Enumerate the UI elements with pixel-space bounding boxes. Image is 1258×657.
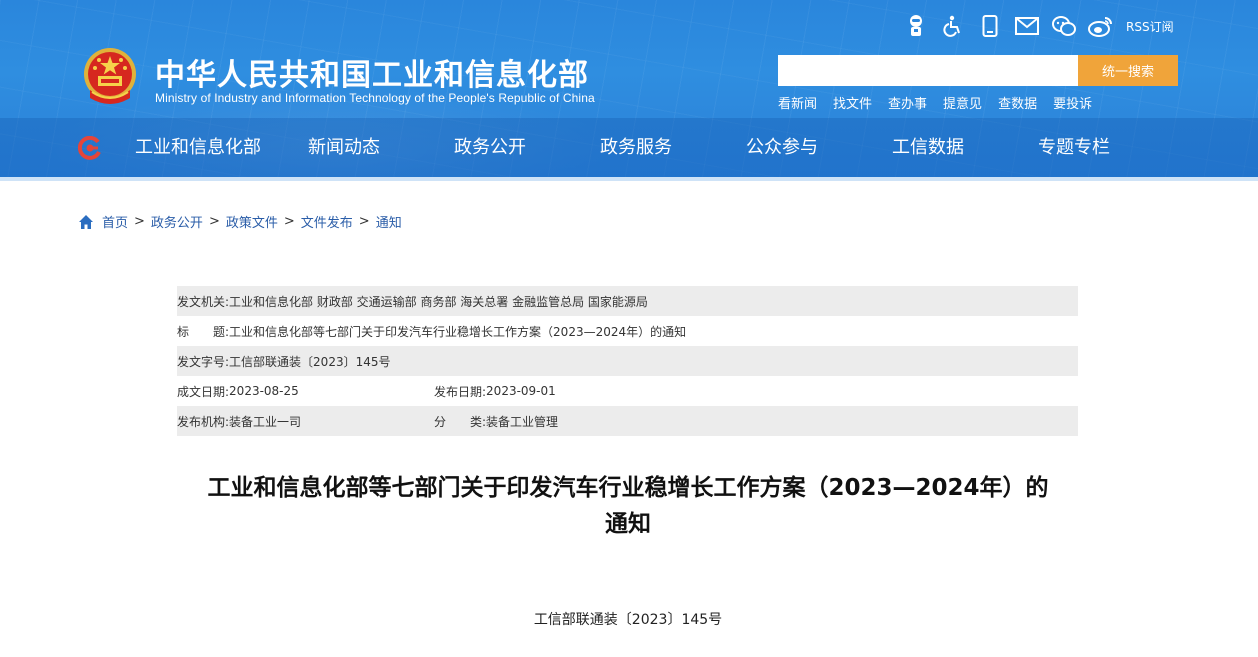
site-title: 中华人民共和国工业和信息化部	[155, 58, 589, 93]
document-info-table: 发文机关: 工业和信息化部 财政部 交通运输部 商务部 海关总署 金融监管总局 …	[177, 286, 1078, 436]
info-cell-category: 分 类: 装备工业管理	[434, 413, 558, 430]
breadcrumb-separator: >	[134, 214, 145, 229]
quick-link-data[interactable]: 查数据	[998, 93, 1037, 112]
wechat-icon[interactable]	[1050, 12, 1078, 40]
document-title-line: 通知	[605, 511, 651, 537]
info-row-org: 发布机构: 装备工业一司 分 类: 装备工业管理	[177, 406, 1078, 436]
nav-item-ministry[interactable]: 工业和信息化部	[125, 118, 271, 178]
info-label: 发布日期:	[434, 384, 487, 399]
info-value: 装备工业管理	[486, 414, 559, 429]
info-row-dates: 成文日期: 2023-08-25 发布日期: 2023-09-01	[177, 376, 1078, 406]
mail-icon[interactable]	[1013, 12, 1041, 40]
search-input[interactable]	[778, 55, 1078, 86]
quick-links: 看新闻 找文件 查办事 提意见 查数据 要投诉	[778, 93, 1108, 112]
breadcrumb-separator: >	[208, 214, 220, 229]
info-row-title: 标 题: 工业和信息化部等七部门关于印发汽车行业稳增长工作方案（2023—202…	[177, 316, 1078, 346]
info-label: 分 类:	[434, 414, 487, 429]
info-label: 标 题:	[177, 324, 230, 339]
site-header: 中华人民共和国工业和信息化部 Ministry of Industry and …	[0, 0, 1258, 181]
breadcrumb-policy-files[interactable]: 政策文件	[226, 212, 278, 231]
info-label: 发文机关:	[177, 294, 230, 309]
quick-link-services[interactable]: 查办事	[888, 93, 927, 112]
info-row-docno: 发文字号: 工信部联通装〔2023〕145号	[177, 346, 1078, 376]
quick-link-complaint[interactable]: 要投诉	[1053, 93, 1092, 112]
home-icon	[79, 214, 93, 229]
breadcrumb-gov-affairs[interactable]: 政务公开	[151, 212, 203, 231]
top-toolbar: RSS订阅	[902, 12, 1174, 40]
info-cell-org: 发布机构: 装备工业一司	[177, 413, 434, 430]
info-cell-created: 成文日期: 2023-08-25	[177, 383, 434, 400]
info-row-issuer: 发文机关: 工业和信息化部 财政部 交通运输部 商务部 海关总署 金融监管总局 …	[177, 286, 1078, 316]
quick-link-files[interactable]: 找文件	[833, 93, 872, 112]
nav-item-public-participation[interactable]: 公众参与	[709, 118, 855, 178]
nav-item-news[interactable]: 新闻动态	[271, 118, 417, 178]
document-number: 工信部联通装〔2023〕145号	[533, 612, 723, 628]
nav-item-data[interactable]: 工信数据	[855, 118, 1001, 178]
info-label: 发布机构:	[177, 414, 230, 429]
site-subtitle: Ministry of Industry and Information Tec…	[155, 91, 595, 105]
robot-icon[interactable]	[902, 12, 930, 40]
national-emblem-icon[interactable]	[80, 46, 140, 108]
breadcrumb-home[interactable]: 首页	[102, 212, 128, 231]
breadcrumb-notice[interactable]: 通知	[376, 212, 402, 231]
nav-item-gov-affairs[interactable]: 政务公开	[417, 118, 563, 178]
breadcrumb-separator: >	[358, 214, 370, 229]
document-title-line: 工业和信息化部等七部门关于印发汽车行业稳增长工作方案（2023—2024年）的	[207, 475, 1049, 501]
info-value: 工业和信息化部等七部门关于印发汽车行业稳增长工作方案（2023—2024年）的通…	[229, 324, 687, 339]
quick-link-news[interactable]: 看新闻	[778, 93, 817, 112]
breadcrumb-separator: >	[283, 214, 295, 229]
info-label: 成文日期:	[177, 384, 230, 399]
breadcrumb-file-release[interactable]: 文件发布	[301, 212, 353, 231]
info-label: 发文字号:	[177, 354, 230, 369]
nav-item-special-topics[interactable]: 专题专栏	[1001, 118, 1147, 178]
quick-link-feedback[interactable]: 提意见	[943, 93, 982, 112]
main-nav: 工业和信息化部 新闻动态 政务公开 政务服务 公众参与 工信数据 专题专栏	[125, 118, 1147, 178]
rss-link[interactable]: RSS订阅	[1126, 18, 1174, 35]
search-button[interactable]: 统一搜索	[1078, 55, 1178, 86]
breadcrumb: 首页 > 政务公开 > 政策文件 > 文件发布 > 通知	[78, 212, 402, 231]
info-value: 2023-08-25	[229, 384, 299, 398]
nav-item-gov-services[interactable]: 政务服务	[563, 118, 709, 178]
document-title: 工业和信息化部等七部门关于印发汽车行业稳增长工作方案（2023—2024年）的 …	[178, 470, 1078, 542]
info-value: 2023-09-01	[486, 384, 556, 398]
info-value: 工信部联通装〔2023〕145号	[229, 354, 391, 369]
mobile-icon[interactable]	[976, 12, 1004, 40]
info-cell-published: 发布日期: 2023-09-01	[434, 383, 556, 400]
weibo-icon[interactable]	[1087, 12, 1115, 40]
accessibility-icon[interactable]	[939, 12, 967, 40]
info-value: 工业和信息化部 财政部 交通运输部 商务部 海关总署 金融监管总局 国家能源局	[229, 294, 648, 309]
miit-logo-icon[interactable]	[78, 136, 102, 160]
info-value: 装备工业一司	[229, 414, 302, 429]
